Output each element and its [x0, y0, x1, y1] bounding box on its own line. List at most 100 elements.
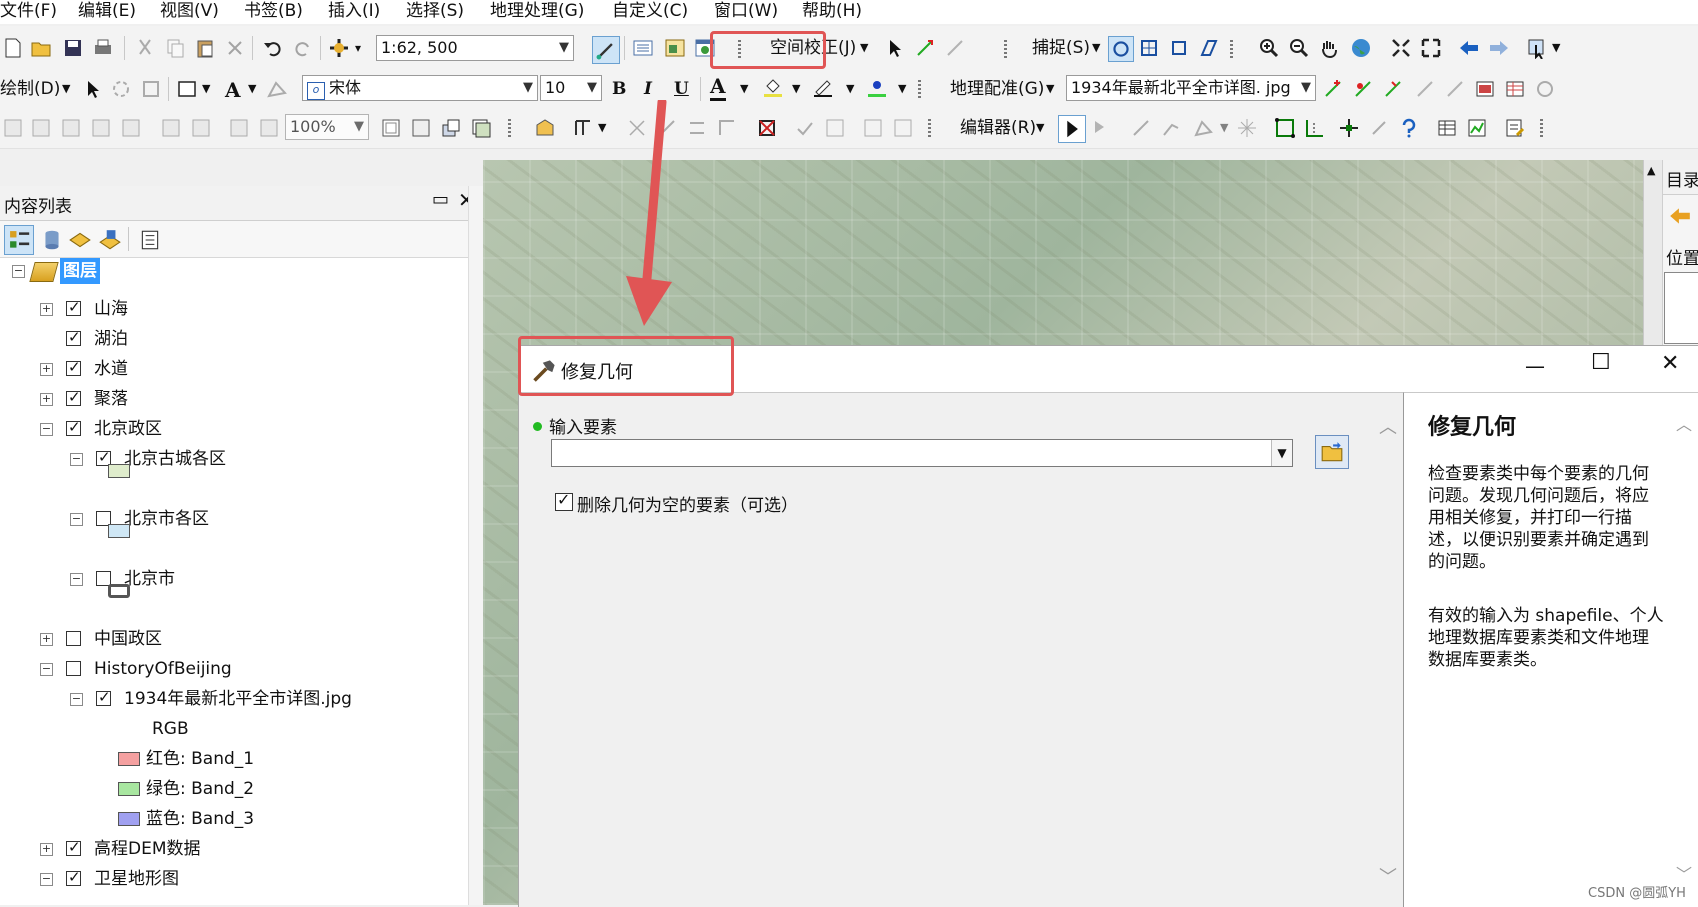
table-of-contents-icon[interactable] [632, 37, 654, 59]
zoom-in-icon[interactable] [1258, 37, 1280, 59]
layer-visibility-checkbox[interactable] [96, 688, 111, 706]
menu-help[interactable]: 帮助(H) [802, 0, 862, 22]
catalog-window-icon[interactable] [664, 37, 686, 59]
expand-icon[interactable]: + [40, 393, 53, 406]
rotate-feature-icon[interactable] [1368, 117, 1390, 139]
menu-customize[interactable]: 自定义(C) [612, 0, 688, 22]
paste-icon[interactable] [194, 37, 216, 59]
validate-topology-icon[interactable] [756, 117, 778, 139]
modify-link-icon[interactable] [944, 37, 966, 59]
align-edge-icon[interactable] [686, 117, 708, 139]
chevron-down-icon[interactable]: ▼ [846, 77, 854, 101]
chevron-down-icon[interactable]: ▼ [898, 77, 906, 101]
layer-visibility-checkbox[interactable] [66, 358, 81, 376]
georef-layer-combobox[interactable]: 1934年最新北平全市详图. jpg ▼ [1066, 75, 1316, 101]
layout-zoom-out-icon[interactable] [30, 117, 52, 139]
chevron-down-icon[interactable]: ▼ [1092, 36, 1100, 60]
edit-vertices-tool-icon[interactable] [1192, 117, 1214, 139]
pan-hand-icon[interactable] [1318, 37, 1340, 59]
scroll-down-icon[interactable]: ﹀ [1379, 863, 1397, 889]
cut-polygons-icon[interactable] [1304, 117, 1326, 139]
print-icon[interactable] [92, 37, 114, 59]
create-features-icon[interactable] [1504, 117, 1526, 139]
list-by-source-icon[interactable] [40, 228, 64, 252]
menu-insert[interactable]: 插入(I) [328, 0, 380, 22]
new-document-icon[interactable] [2, 37, 24, 59]
add-data-dropdown[interactable]: ▾ [355, 36, 361, 60]
scroll-up-icon[interactable]: ▲ [1647, 164, 1655, 177]
fixed-zoom-in-layout-icon[interactable] [160, 117, 182, 139]
auto-adjust-icon[interactable] [1352, 78, 1374, 100]
zoom-100-icon[interactable] [120, 117, 142, 139]
marker-color-icon[interactable] [866, 76, 888, 98]
forward-arrow-icon[interactable] [1488, 37, 1510, 59]
fixed-zoom-in-icon[interactable] [1390, 37, 1412, 59]
layer-label[interactable]: 红色: Band_1 [146, 746, 254, 772]
layer-visibility-checkbox[interactable] [66, 631, 81, 646]
back-arrow-icon[interactable] [1668, 204, 1692, 228]
parameters-scrollbar[interactable]: ︿ ﹀ [1375, 393, 1399, 907]
layer-label[interactable]: 北京古城各区 [124, 446, 226, 472]
scroll-up-icon[interactable]: ︿ [1379, 413, 1397, 439]
select-arrow-icon[interactable] [884, 37, 906, 59]
collapse-icon[interactable]: − [70, 573, 83, 586]
collapse-icon[interactable]: − [40, 663, 53, 676]
menu-selection[interactable]: 选择(S) [406, 0, 464, 22]
scale-combobox[interactable]: 1:62, 500 ▼ [376, 35, 574, 61]
delete-icon[interactable] [224, 37, 246, 59]
text-icon[interactable]: A [222, 78, 244, 100]
redo-icon[interactable] [292, 37, 314, 59]
attributes-icon[interactable] [1398, 117, 1420, 139]
layer-visibility-checkbox[interactable] [66, 661, 81, 676]
edge-snapping-icon[interactable] [1198, 37, 1220, 59]
reshape-edge-icon[interactable] [716, 117, 738, 139]
layer-visibility-checkbox[interactable] [66, 298, 81, 316]
zoom-to-link-icon[interactable] [1414, 78, 1436, 100]
layer-label[interactable]: 蓝色: Band_3 [146, 806, 254, 832]
edit-annotation-icon[interactable] [1090, 117, 1112, 139]
vertex-snapping-icon[interactable] [1168, 37, 1190, 59]
cut-icon[interactable] [134, 37, 156, 59]
data-driven-pages-icon[interactable] [470, 117, 492, 139]
expand-icon[interactable]: + [40, 363, 53, 376]
layer-label[interactable]: 聚落 [94, 386, 128, 412]
delete-null-checkbox[interactable]: ✓ [555, 490, 573, 511]
layer-label[interactable]: HistoryOfBeijing [94, 656, 232, 682]
toggle-draft-mode-icon[interactable] [380, 117, 402, 139]
full-extent-globe-icon[interactable] [1350, 37, 1372, 59]
rotate-icon[interactable] [110, 78, 132, 100]
envelope-tool-icon[interactable] [534, 117, 556, 139]
menu-edit[interactable]: 编辑(E) [78, 0, 136, 22]
list-by-selection-icon[interactable] [98, 228, 122, 252]
chevron-down-icon[interactable]: ▼ [792, 77, 800, 101]
bold-button[interactable]: B [612, 77, 626, 101]
select-features-icon[interactable] [1526, 37, 1548, 59]
fixed-zoom-out-layout-icon[interactable] [190, 117, 212, 139]
add-control-points-icon[interactable] [1322, 78, 1344, 100]
menu-geoprocessing[interactable]: 地理处理(G) [490, 0, 584, 22]
focus-data-frame-icon[interactable] [410, 117, 432, 139]
layer-label[interactable]: 高程DEM数据 [94, 836, 201, 862]
editor-toolbar-icon[interactable] [592, 36, 620, 64]
zoom-whole-page-icon[interactable] [90, 117, 112, 139]
layer-label[interactable]: 山海 [94, 296, 128, 322]
open-folder-icon[interactable] [30, 37, 52, 59]
scroll-up-icon[interactable]: ︿ [1676, 411, 1692, 435]
layer-label[interactable]: RGB [152, 716, 189, 742]
split-line-icon[interactable] [1338, 117, 1360, 139]
snapping-menu[interactable]: 捕捉(S) [1032, 36, 1090, 60]
layer-label[interactable]: 绿色: Band_2 [146, 776, 254, 802]
viewer-icon[interactable] [1474, 78, 1496, 100]
layer-visibility-checkbox[interactable] [66, 418, 81, 436]
collapse-icon[interactable]: − [70, 513, 83, 526]
previous-extent-icon[interactable] [228, 117, 250, 139]
zoom-out-icon[interactable] [1288, 37, 1310, 59]
layer-label[interactable]: 水道 [94, 356, 128, 382]
catalog-tree[interactable] [1664, 272, 1698, 344]
chevron-down-icon[interactable]: ▼ [860, 36, 868, 60]
collapse-icon[interactable]: − [12, 265, 25, 278]
options-icon[interactable] [138, 228, 162, 252]
layer-label[interactable]: 北京市各区 [124, 506, 209, 532]
link-table-icon[interactable] [1504, 78, 1526, 100]
chevron-down-icon[interactable]: ▼ [740, 77, 748, 101]
